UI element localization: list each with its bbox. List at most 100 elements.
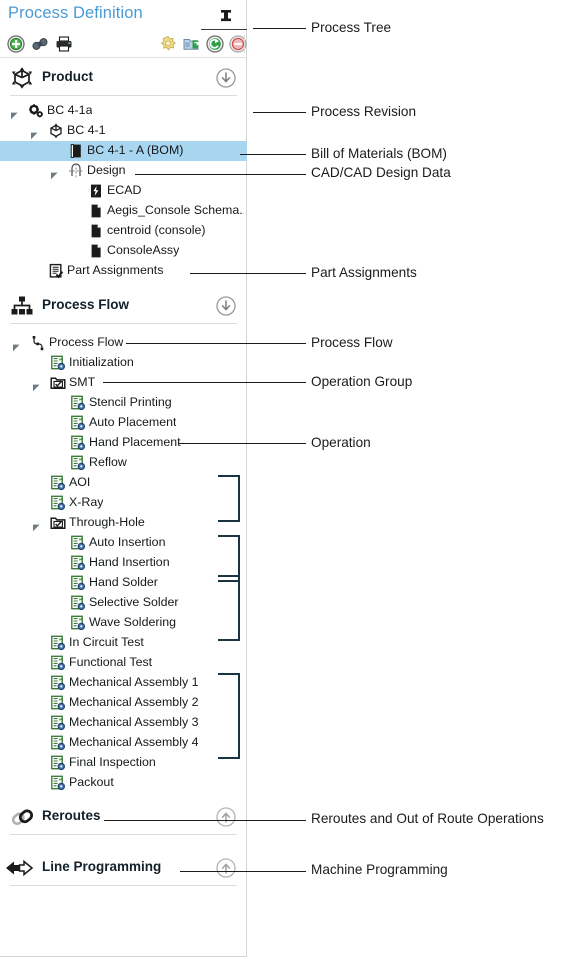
annotation-reroutes: Reroutes and Out of Route Operations (311, 811, 544, 826)
tree-node-label: BC 4-1 - A (BOM) (87, 143, 184, 157)
chevron-up-circle-icon[interactable] (215, 857, 237, 879)
operation-icon (70, 415, 86, 431)
tree-node[interactable]: Auto Placement (0, 413, 247, 433)
title-underline (201, 29, 247, 30)
bracket-aoi-xray (218, 475, 240, 522)
tree-node[interactable]: AOI (0, 473, 247, 493)
tree-node[interactable]: BC 4-1 - A (BOM) (0, 141, 247, 161)
tree-node[interactable]: Packout (0, 773, 247, 793)
section-header-reroutes[interactable]: Reroutes (0, 801, 247, 835)
panel-toolbar (0, 33, 248, 58)
tree-node-label: Auto Placement (89, 415, 177, 429)
tree-node[interactable]: Stencil Printing (0, 393, 247, 413)
section-header-product[interactable]: Product (0, 62, 247, 96)
remove-icon[interactable] (228, 34, 248, 54)
tree-node[interactable]: Part Assignments (0, 261, 247, 281)
expand-collapse-twisty[interactable] (12, 339, 21, 352)
page-title: Process Definition (8, 4, 143, 22)
operation-icon (70, 395, 86, 411)
tree-node[interactable]: Design (0, 161, 247, 181)
operation-icon (50, 775, 66, 791)
tree-node[interactable]: In Circuit Test (0, 633, 247, 653)
tree-node-label: Mechanical Assembly 1 (69, 675, 199, 689)
tree-node-label: ConsoleAssy (107, 243, 180, 257)
tree-node[interactable]: Hand Placement (0, 433, 247, 453)
operation-icon (50, 355, 66, 371)
tree-node[interactable]: Mechanical Assembly 2 (0, 693, 247, 713)
section-header-process-flow[interactable]: Process Flow (0, 290, 247, 324)
tree-node[interactable]: SMT (0, 373, 247, 393)
tree-node-label: centroid (console) (107, 223, 206, 237)
tree-node-label: Hand Placement (89, 435, 181, 449)
annotation-operation: Operation (311, 435, 371, 450)
chevron-up-circle-icon[interactable] (215, 806, 237, 828)
pin-icon[interactable] (215, 8, 237, 28)
tree-node-label: Hand Insertion (89, 555, 170, 569)
tree-node-label: SMT (69, 375, 96, 389)
tree-node[interactable]: BC 4-1 (0, 121, 247, 141)
tree-node[interactable]: Wave Soldering (0, 613, 247, 633)
tree-node-label: BC 4-1 (67, 123, 106, 137)
operation-icon (50, 655, 66, 671)
tree-node[interactable]: Auto Insertion (0, 533, 247, 553)
tree-node[interactable]: Hand Solder (0, 573, 247, 593)
print-icon[interactable] (54, 34, 74, 54)
folder-icon (50, 375, 66, 391)
tree-node[interactable]: BC 4-1a (0, 101, 247, 121)
export-folder-icon[interactable] (182, 34, 202, 54)
annotation-bom: Bill of Materials (BOM) (311, 146, 447, 161)
chain-link-icon (9, 804, 35, 830)
tree-node[interactable]: Reflow (0, 453, 247, 473)
operation-icon (50, 475, 66, 491)
chevron-down-circle-icon[interactable] (215, 67, 237, 89)
tree-node[interactable]: Final Inspection (0, 753, 247, 773)
design-grid-icon (68, 163, 84, 179)
bom-book-icon (68, 143, 84, 159)
left-right-arrow-icon (4, 855, 34, 881)
ecad-icon (88, 183, 104, 199)
tree-node[interactable]: Mechanical Assembly 1 (0, 673, 247, 693)
org-chart-icon (9, 293, 35, 319)
tree-node[interactable]: Aegis_Console Schema... (0, 201, 247, 221)
tree-node-label: Aegis_Console Schema... (107, 203, 244, 217)
tree-node[interactable]: Through-Hole (0, 513, 247, 533)
operation-icon (70, 595, 86, 611)
tree-node[interactable]: Mechanical Assembly 4 (0, 733, 247, 753)
expand-collapse-twisty[interactable] (32, 519, 41, 532)
refresh-icon[interactable] (205, 34, 225, 54)
tree-node-label: Hand Solder (89, 575, 158, 589)
expand-collapse-twisty[interactable] (10, 107, 19, 120)
tree-node[interactable]: Hand Insertion (0, 553, 247, 573)
settings-gear-icon[interactable] (158, 34, 178, 54)
operation-icon (70, 455, 86, 471)
tree-node[interactable]: Process Flow (0, 333, 247, 353)
tree-node-label: Reflow (89, 455, 127, 469)
annotation-process-tree: Process Tree (311, 20, 392, 35)
chevron-down-circle-icon[interactable] (215, 295, 237, 317)
tree-node-label: Stencil Printing (89, 395, 172, 409)
toolbar-underline (0, 57, 247, 58)
tree-node[interactable]: Initialization (0, 353, 247, 373)
tree-node[interactable]: ConsoleAssy (0, 241, 247, 261)
tree-node[interactable]: Mechanical Assembly 3 (0, 713, 247, 733)
tree-node-label: Selective Solder (89, 595, 179, 609)
expand-collapse-twisty[interactable] (30, 127, 39, 140)
tree-node[interactable]: centroid (console) (0, 221, 247, 241)
expand-collapse-twisty[interactable] (50, 167, 59, 180)
section-divider (10, 95, 237, 96)
tree-node[interactable]: Functional Test (0, 653, 247, 673)
tree-node-label: Functional Test (69, 655, 153, 669)
document-icon (88, 243, 104, 259)
add-icon[interactable] (6, 34, 26, 54)
find-icon[interactable] (30, 34, 50, 54)
section-label-process-flow: Process Flow (42, 297, 130, 312)
section-header-line-programming[interactable]: Line Programming (0, 852, 247, 886)
tree-node-label: Mechanical Assembly 3 (69, 715, 199, 729)
tree-node[interactable]: Selective Solder (0, 593, 247, 613)
tree-node-label: Design (87, 163, 126, 177)
tree-node[interactable]: ECAD (0, 181, 247, 201)
expand-collapse-twisty[interactable] (32, 379, 41, 392)
tree-node-label: Mechanical Assembly 2 (69, 695, 199, 709)
operation-icon (50, 495, 66, 511)
tree-node[interactable]: X-Ray (0, 493, 247, 513)
